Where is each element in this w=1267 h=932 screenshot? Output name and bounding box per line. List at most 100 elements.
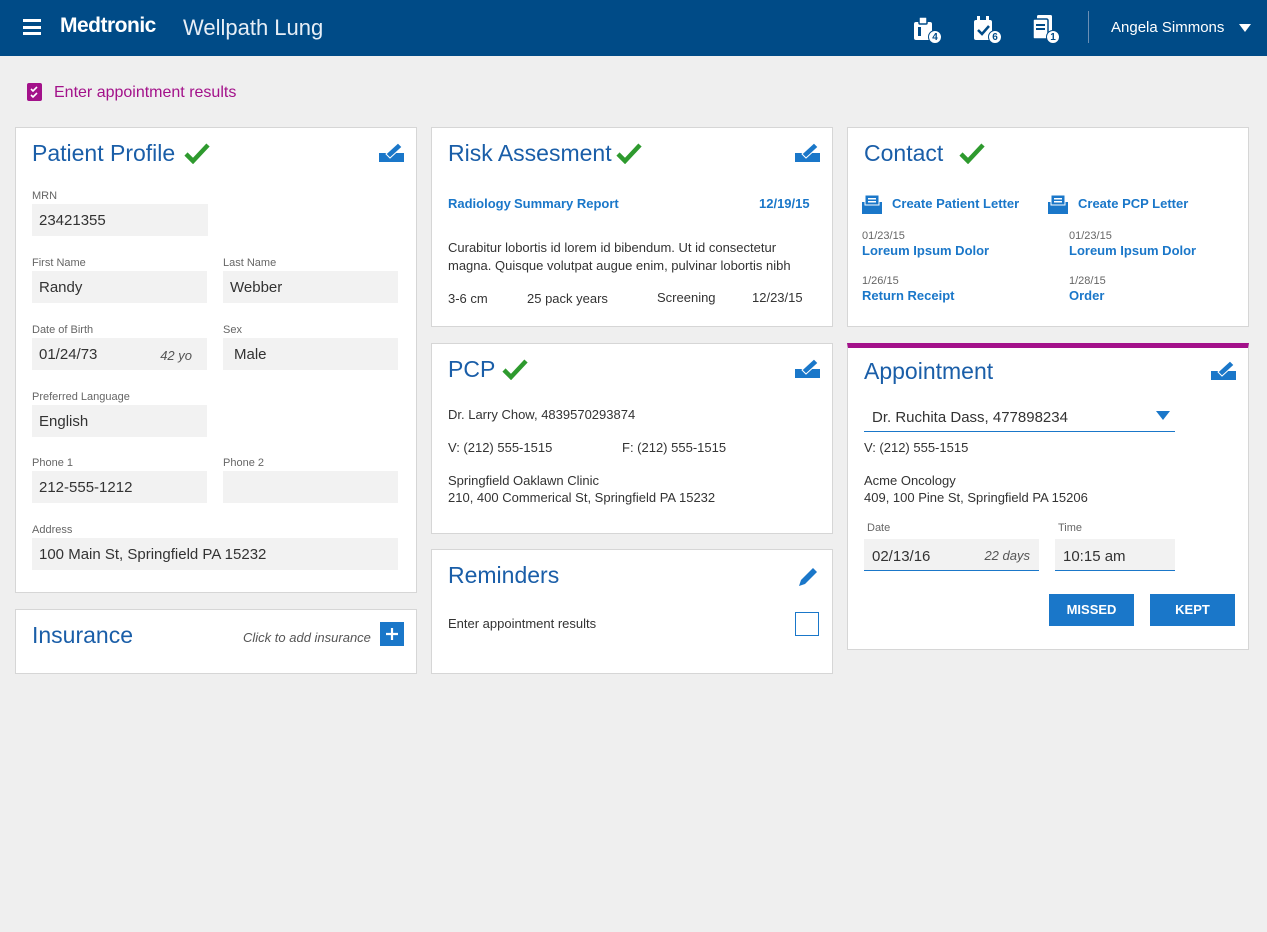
dob-value: 01/24/73: [39, 346, 98, 363]
create-pcp-letter-link[interactable]: Create PCP Letter: [1078, 196, 1188, 211]
patient-profile-card: Patient Profile MRN 23421355 First Name …: [15, 127, 417, 593]
assessment-date: 12/23/15: [752, 290, 803, 305]
edit-icon[interactable]: [1211, 360, 1236, 380]
card-title: Contact: [864, 140, 944, 166]
phone2-field[interactable]: [223, 471, 398, 503]
appointment-date-field[interactable]: 02/13/16 22 days: [864, 539, 1039, 571]
pcp-card: PCP Dr. Larry Chow, 4839570293874 V: (21…: [431, 343, 833, 534]
summary-report-link[interactable]: Summary Report: [514, 196, 619, 211]
address-field[interactable]: 100 Main St, Springfield PA 15232: [32, 538, 398, 570]
pack-years: 25 pack years: [527, 291, 608, 306]
create-patient-letter-link[interactable]: Create Patient Letter: [892, 196, 1019, 211]
card-title: Insurance: [32, 622, 134, 648]
chevron-down-icon[interactable]: [1239, 24, 1251, 32]
address-label: Address: [32, 524, 73, 536]
last-name-label: Last Name: [223, 257, 277, 269]
assessment-type: Screening: [657, 290, 716, 305]
user-name[interactable]: Angela Simmons: [1111, 19, 1224, 36]
risk-summary-line2: magna. Quisque volutpat augue enim, pulv…: [448, 258, 791, 273]
documents-icon[interactable]: 1: [1030, 14, 1060, 44]
phone1-label: Phone 1: [32, 457, 73, 469]
card-title: Reminders: [448, 562, 560, 588]
card-title: Appointment: [864, 358, 994, 384]
calendar-icon[interactable]: 6: [972, 14, 1002, 44]
badge-count: 6: [988, 30, 1002, 44]
appointment-doctor-select[interactable]: Dr. Ruchita Dass, 477898234: [864, 400, 1175, 432]
return-receipt-link[interactable]: Return Receipt: [862, 288, 954, 303]
letter-date: 01/23/15: [862, 230, 905, 242]
appointment-card: Appointment Dr. Ruchita Dass, 477898234 …: [847, 343, 1249, 650]
report-date: 12/19/15: [759, 196, 810, 211]
pcp-clinic: Springfield Oaklawn Clinic: [448, 473, 600, 488]
divider: [1088, 11, 1089, 43]
check-icon: [502, 359, 528, 380]
sex-label: Sex: [223, 324, 242, 336]
letter-icon: [1048, 194, 1068, 214]
appointment-voice: V: (212) 555-1515: [864, 440, 969, 455]
patient-queue-icon[interactable]: 4: [912, 14, 942, 44]
letter-date: 01/23/15: [1069, 230, 1112, 242]
badge-count: 4: [928, 30, 942, 44]
reminder-checkbox[interactable]: [795, 612, 819, 636]
pencil-icon[interactable]: [796, 566, 820, 588]
phone1-field[interactable]: 212-555-1212: [32, 471, 207, 503]
chevron-down-icon[interactable]: [1156, 411, 1170, 420]
menu-icon[interactable]: [23, 19, 41, 35]
mrn-field[interactable]: 23421355: [32, 204, 208, 236]
badge-count: 1: [1046, 30, 1060, 44]
pcp-address: 210, 400 Commerical St, Springfield PA 1…: [448, 490, 716, 505]
card-title: Patient Profile: [32, 140, 176, 166]
task-checklist-icon: [27, 83, 42, 101]
brand-logo[interactable]: Medtronic: [60, 14, 156, 38]
edit-icon[interactable]: [795, 142, 820, 162]
pcp-doctor: Dr. Larry Chow, 4839570293874: [448, 407, 636, 422]
age-value: 42 yo: [160, 348, 192, 363]
nodule-size: 3-6 cm: [448, 291, 488, 306]
reminders-card: Reminders Enter appointment results: [431, 549, 833, 674]
letter-date: 1/28/15: [1069, 275, 1106, 287]
card-title: PCP: [448, 356, 496, 382]
letter-icon: [862, 194, 882, 214]
appointment-address: 409, 100 Pine St, Springfield PA 15206: [864, 490, 1088, 505]
letter-link[interactable]: Loreum Ipsum Dolor: [1069, 243, 1196, 258]
card-title: Risk Assesment: [448, 140, 612, 166]
first-name-label: First Name: [32, 257, 86, 269]
radiology-link[interactable]: Radiology: [448, 196, 511, 211]
language-label: Preferred Language: [32, 391, 130, 403]
last-name-field[interactable]: Webber: [223, 271, 398, 303]
check-icon: [616, 143, 642, 164]
product-name: Wellpath Lung: [183, 15, 324, 40]
dob-label: Date of Birth: [32, 324, 94, 336]
risk-assessment-card: Risk Assesment Radiology Summary Report …: [431, 127, 833, 327]
top-bar: Medtronic Wellpath Lung 4 6 1 Angela Sim…: [0, 0, 1267, 56]
edit-icon[interactable]: [795, 358, 820, 378]
reminder-label: Enter appointment results: [448, 616, 597, 631]
date-label: Date: [867, 522, 891, 534]
dob-field[interactable]: 01/24/73 42 yo: [32, 338, 207, 370]
kept-button[interactable]: KEPT: [1150, 594, 1235, 626]
missed-button[interactable]: MISSED: [1049, 594, 1134, 626]
selected-doctor: Dr. Ruchita Dass, 477898234: [872, 409, 1068, 426]
phone2-label: Phone 2: [223, 457, 264, 469]
mrn-label: MRN: [32, 190, 58, 202]
edit-icon[interactable]: [379, 142, 404, 162]
letter-link[interactable]: Loreum Ipsum Dolor: [862, 243, 989, 258]
appointment-clinic: Acme Oncology: [864, 473, 956, 488]
add-icon[interactable]: [380, 622, 404, 646]
check-icon: [184, 143, 210, 164]
letter-date: 1/26/15: [862, 275, 899, 287]
order-link[interactable]: Order: [1069, 288, 1104, 303]
language-field[interactable]: English: [32, 405, 207, 437]
check-icon: [959, 143, 985, 164]
task-label: Enter appointment results: [54, 84, 237, 101]
contact-card: Contact Create Patient Letter Create PCP…: [847, 127, 1249, 327]
days-until: 22 days: [984, 548, 1030, 563]
pcp-fax: F: (212) 555-1515: [622, 440, 727, 455]
date-value: 02/13/16: [872, 548, 931, 565]
appointment-time-field[interactable]: 10:15 am: [1055, 539, 1175, 571]
add-insurance-hint[interactable]: Click to add insurance: [243, 630, 371, 645]
sex-field[interactable]: Male: [223, 338, 398, 370]
time-label: Time: [1058, 522, 1083, 534]
first-name-field[interactable]: Randy: [32, 271, 207, 303]
risk-summary-line1: Curabitur lobortis id lorem id bibendum.…: [448, 240, 777, 255]
